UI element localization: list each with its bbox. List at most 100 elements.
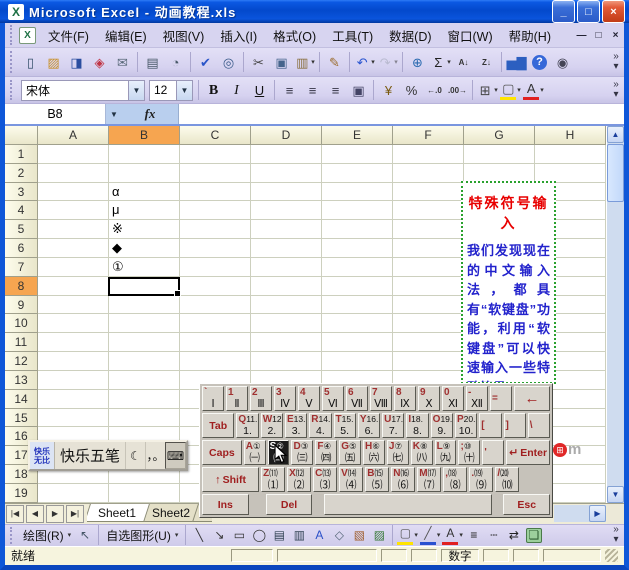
autoshapes-menu-button[interactable]: 自选图形(U) ▾: [102, 526, 182, 545]
column-header-D[interactable]: D: [251, 126, 322, 145]
key-5[interactable]: 5Ⅵ: [322, 386, 344, 411]
column-header-H[interactable]: H: [535, 126, 606, 145]
menu-item-window[interactable]: 窗口(W): [440, 23, 501, 48]
draw-menu-button[interactable]: 绘图(R) ▾: [19, 526, 75, 545]
increase-decimal-button[interactable]: ←.0: [424, 80, 445, 101]
cell-A19[interactable]: [38, 483, 109, 503]
close-button[interactable]: ×: [602, 0, 625, 23]
cell-F3[interactable]: [393, 182, 464, 202]
chevron-down-icon[interactable]: ▼: [176, 80, 192, 100]
key-1[interactable]: 1Ⅱ: [226, 386, 248, 411]
cell-A9[interactable]: [38, 295, 109, 315]
redo-button[interactable]: ↷ ▾: [377, 52, 398, 73]
cell-F1[interactable]: [393, 145, 464, 164]
cell-B2[interactable]: [109, 163, 180, 183]
cell-H1[interactable]: [535, 145, 606, 164]
cell-A11[interactable]: [38, 333, 109, 353]
cell-C9[interactable]: [180, 295, 251, 315]
key-del[interactable]: Del: [265, 494, 313, 515]
chevron-down-icon[interactable]: ▼: [128, 80, 144, 100]
key-X[interactable]: X⑿⑵: [287, 467, 312, 492]
cell-E8[interactable]: [322, 276, 393, 296]
menu-item-format[interactable]: 格式(O): [265, 23, 324, 48]
align-center-button[interactable]: ≡: [302, 80, 323, 101]
column-header-F[interactable]: F: [393, 126, 464, 145]
row-header-14[interactable]: 14: [5, 389, 38, 409]
fullwidth-toggle-icon[interactable]: ☾: [125, 442, 145, 469]
key-enter[interactable]: ↵ Enter: [506, 440, 550, 465]
menu-item-data[interactable]: 数据(D): [381, 23, 439, 48]
font-name-combo[interactable]: 宋体 ▼: [21, 79, 145, 101]
last-sheet-button[interactable]: ▶|: [66, 504, 84, 523]
font-color-button[interactable]: A ▾: [523, 80, 544, 101]
tab-sheet1[interactable]: Sheet1: [87, 503, 150, 522]
key-E[interactable]: E 13. 3.: [284, 413, 308, 438]
autosum-button[interactable]: Σ ▾: [430, 52, 451, 73]
line-color-button[interactable]: ╱ ▾: [419, 526, 440, 546]
scroll-down-icon[interactable]: ▼: [607, 485, 624, 503]
new-button[interactable]: ▯: [20, 52, 41, 73]
cell-F12[interactable]: [393, 352, 464, 371]
percent-button[interactable]: %: [401, 80, 422, 101]
rectangle-button[interactable]: ▭: [230, 526, 248, 544]
cell-A14[interactable]: [38, 389, 109, 409]
key-V[interactable]: V⒁⑷: [339, 467, 364, 492]
row-header-3[interactable]: 3: [5, 182, 38, 202]
clip-art-button[interactable]: ▧: [350, 526, 368, 544]
key-M[interactable]: M⒄⑺: [417, 467, 442, 492]
cell-E4[interactable]: [322, 201, 393, 221]
cell-E11[interactable]: [322, 333, 393, 353]
menu-item-file[interactable]: 文件(F): [40, 23, 97, 48]
cell-E10[interactable]: [322, 314, 393, 334]
key-slash[interactable]: / ⒇ ⑽: [495, 467, 520, 492]
row-header-19[interactable]: 19: [5, 483, 38, 503]
key-T[interactable]: T 15. 5.: [333, 413, 356, 438]
minimize-workbook-button[interactable]: —: [573, 27, 590, 43]
sort-ascending-button[interactable]: A↓: [453, 52, 474, 73]
tutorial-note-box[interactable]: 特殊符号输入 我们发现现在的中文输入法，都具有“软键盘”功能，利用“软键盘”可以…: [461, 181, 556, 384]
undo-button[interactable]: ↶ ▾: [354, 52, 375, 73]
font-color-button[interactable]: A ▾: [442, 526, 463, 546]
cell-D12[interactable]: [251, 352, 322, 371]
vertical-scroll-thumb[interactable]: [607, 144, 624, 202]
cell-B13[interactable]: [109, 370, 180, 390]
camera-button[interactable]: ◉: [552, 52, 573, 73]
paste-button[interactable]: ▥ ▾: [294, 52, 315, 73]
bold-button[interactable]: B: [203, 80, 224, 101]
key-4[interactable]: 4Ⅴ: [298, 386, 320, 411]
horizontal-scrollbar[interactable]: ▶: [554, 504, 606, 522]
currency-button[interactable]: ¥: [378, 80, 399, 101]
row-header-4[interactable]: 4: [5, 201, 38, 221]
oval-button[interactable]: ◯: [250, 526, 268, 544]
align-right-button[interactable]: ≡: [325, 80, 346, 101]
next-sheet-button[interactable]: ▶: [46, 504, 64, 523]
row-header-15[interactable]: 15: [5, 408, 38, 428]
cell-A15[interactable]: [38, 408, 109, 428]
cell-A1[interactable]: [38, 145, 109, 164]
key-7[interactable]: 7Ⅷ: [370, 386, 392, 411]
open-button[interactable]: ▨: [43, 52, 64, 73]
soft-keyboard-toggle-icon[interactable]: ⌨: [165, 442, 187, 469]
column-header-B[interactable]: B: [109, 126, 180, 145]
toolbar-options-chevron[interactable]: » ▾: [610, 525, 622, 545]
cell-E6[interactable]: [322, 239, 393, 258]
key-semicolon[interactable]: ; ⑩ ㈩: [458, 440, 481, 465]
column-header-E[interactable]: E: [322, 126, 393, 145]
cell-E12[interactable]: [322, 352, 393, 371]
key-C[interactable]: C⒀⑶: [313, 467, 338, 492]
cell-B14[interactable]: [109, 389, 180, 409]
key-A[interactable]: A①㈠: [243, 440, 266, 465]
key-W[interactable]: W 12. 2.: [260, 413, 283, 438]
key-O[interactable]: O 19. 9.: [430, 413, 453, 438]
key-Y[interactable]: Y 16. 6.: [357, 413, 381, 438]
scroll-right-icon[interactable]: ▶: [589, 504, 606, 522]
ime-state-icon[interactable]: 快乐 无比: [30, 442, 55, 469]
cell-D8[interactable]: [251, 276, 322, 296]
close-workbook-button[interactable]: ×: [607, 27, 624, 43]
line-style-button[interactable]: ≡: [465, 526, 483, 544]
cell-H2[interactable]: [535, 163, 606, 183]
cell-C11[interactable]: [180, 333, 251, 353]
cell-D11[interactable]: [251, 333, 322, 353]
cell-A7[interactable]: [38, 257, 109, 277]
key-U[interactable]: U 17. 7.: [382, 413, 405, 438]
